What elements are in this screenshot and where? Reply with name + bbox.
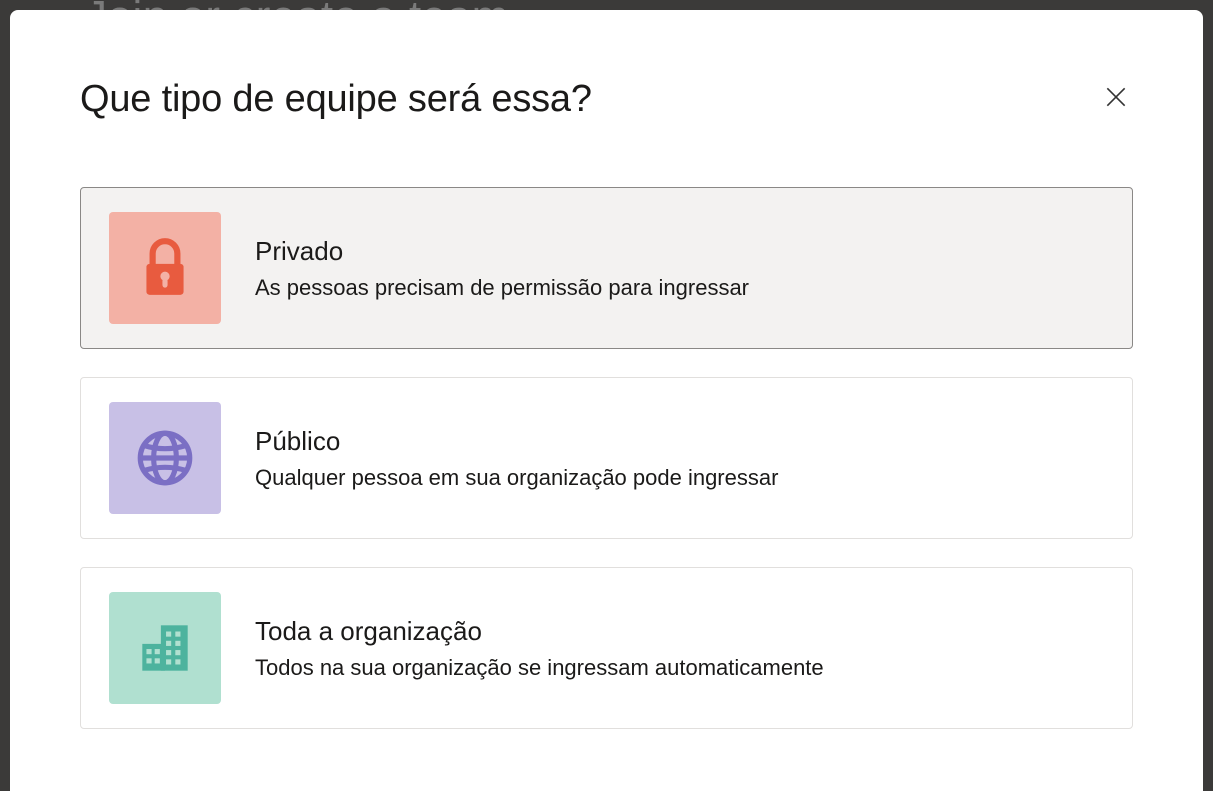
option-org-desc: Todos na sua organização se ingressam au… bbox=[255, 655, 1104, 681]
close-icon bbox=[1103, 98, 1129, 113]
option-private-desc: As pessoas precisam de permissão para in… bbox=[255, 275, 1104, 301]
option-org-title: Toda a organização bbox=[255, 616, 1104, 647]
modal-title: Que tipo de equipe será essa? bbox=[80, 78, 592, 121]
team-type-options: Privado As pessoas precisam de permissão… bbox=[80, 187, 1133, 729]
option-org[interactable]: Toda a organização Todos na sua organiza… bbox=[80, 567, 1133, 729]
building-icon bbox=[109, 592, 221, 704]
option-public[interactable]: Público Qualquer pessoa em sua organizaç… bbox=[80, 377, 1133, 539]
close-button[interactable] bbox=[1099, 80, 1133, 117]
option-private-text: Privado As pessoas precisam de permissão… bbox=[255, 236, 1104, 301]
globe-icon bbox=[109, 402, 221, 514]
option-private[interactable]: Privado As pessoas precisam de permissão… bbox=[80, 187, 1133, 349]
option-private-title: Privado bbox=[255, 236, 1104, 267]
option-public-title: Público bbox=[255, 426, 1104, 457]
option-org-text: Toda a organização Todos na sua organiza… bbox=[255, 616, 1104, 681]
option-public-desc: Qualquer pessoa em sua organização pode … bbox=[255, 465, 1104, 491]
lock-icon bbox=[109, 212, 221, 324]
modal-header: Que tipo de equipe será essa? bbox=[80, 78, 1133, 121]
option-public-text: Público Qualquer pessoa em sua organizaç… bbox=[255, 426, 1104, 491]
team-type-modal: Que tipo de equipe será essa? Pr bbox=[10, 10, 1203, 791]
